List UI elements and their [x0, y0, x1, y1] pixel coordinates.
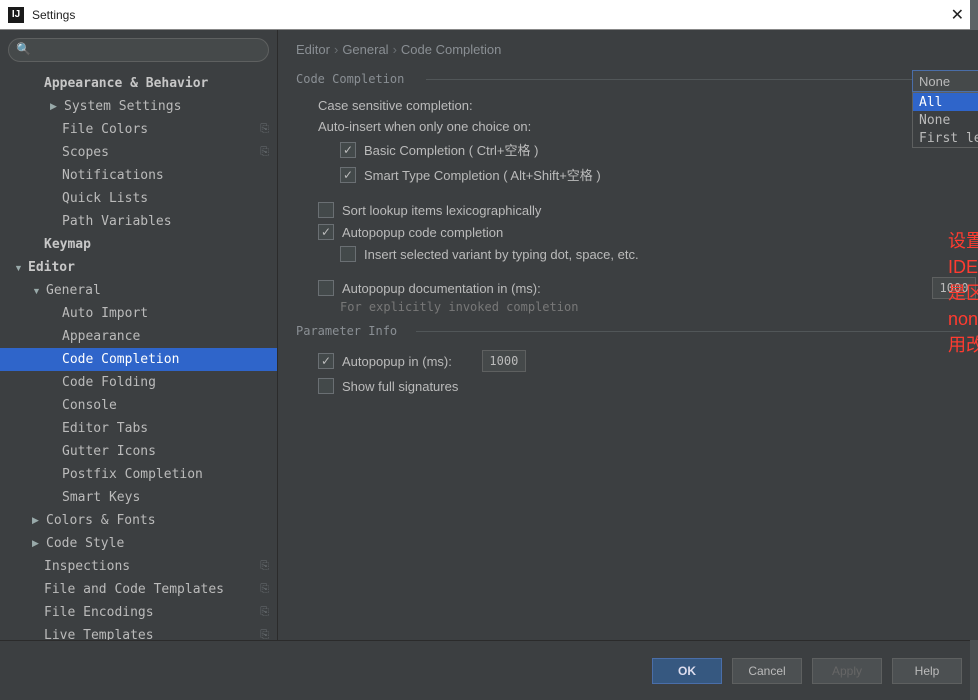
search-input[interactable] [8, 38, 269, 62]
tree-arrow-icon: ▶ [32, 515, 44, 526]
tree-item[interactable]: File and Code Templates ⎘ [0, 578, 277, 601]
tree-arrow-icon: ▼ [14, 263, 26, 273]
tree-item[interactable]: Smart Keys [0, 486, 277, 509]
tree-item-label: Appearance & Behavior [44, 76, 269, 91]
tree-item-label: Path Variables [62, 214, 269, 229]
tree-item[interactable]: ▶Colors & Fonts [0, 509, 277, 532]
tree-item[interactable]: ▶System Settings [0, 95, 277, 118]
tree-item[interactable]: Scopes ⎘ [0, 141, 277, 164]
tree-item-label: Editor Tabs [62, 421, 269, 436]
tree-item[interactable]: Code Completion [0, 348, 277, 371]
select-option[interactable]: First letter [913, 129, 978, 147]
cancel-button[interactable]: Cancel [732, 658, 802, 684]
tree-item-label: Auto Import [62, 306, 269, 321]
tree-item[interactable]: Editor Tabs [0, 417, 277, 440]
help-button[interactable]: Help [892, 658, 962, 684]
tree-item-label: Code Completion [62, 352, 269, 367]
checkbox-sort-lex[interactable] [318, 202, 334, 218]
dialog-footer: OK Cancel Apply Help [0, 640, 978, 700]
tree-item-label: Notifications [62, 168, 269, 183]
tree-item[interactable]: Gutter Icons [0, 440, 277, 463]
tree-item[interactable]: Code Folding [0, 371, 277, 394]
tree-item[interactable]: Inspections ⎘ [0, 555, 277, 578]
scope-icon: ⎘ [260, 629, 269, 640]
tree-item-label: Smart Keys [62, 490, 269, 505]
content-panel: Editor›General›Code Completion Code Comp… [278, 30, 978, 640]
tree-item-label: Colors & Fonts [46, 513, 269, 528]
settings-tree: Appearance & Behavior▶System SettingsFil… [0, 70, 277, 640]
tree-item-label: File Encodings [44, 605, 256, 620]
tree-item[interactable]: File Colors ⎘ [0, 118, 277, 141]
label-case-sensitive: Case sensitive completion: [318, 98, 473, 113]
tree-item-label: Code Folding [62, 375, 269, 390]
tree-item-label: Scopes [62, 145, 256, 160]
checkbox-autopopup-param[interactable] [318, 353, 334, 369]
tree-item[interactable]: Notifications [0, 164, 277, 187]
label-auto-insert: Auto-insert when only one choice on: [318, 119, 531, 134]
section-parameter-info: Parameter Info [296, 324, 960, 338]
tree-arrow-icon: ▼ [32, 286, 44, 296]
tree-item-label: Postfix Completion [62, 467, 269, 482]
tree-item[interactable]: Path Variables [0, 210, 277, 233]
checkbox-autopopup-code[interactable] [318, 224, 334, 240]
tree-item[interactable]: Appearance [0, 325, 277, 348]
ok-button[interactable]: OK [652, 658, 722, 684]
scope-icon: ⎘ [260, 583, 269, 596]
checkbox-show-sig[interactable] [318, 378, 334, 394]
scope-icon: ⎘ [260, 606, 269, 619]
titlebar: IJ Settings ✕ [0, 0, 978, 30]
scope-icon: ⎘ [260, 123, 269, 136]
tree-item-label: Code Style [46, 536, 269, 551]
tree-item[interactable]: Appearance & Behavior [0, 72, 277, 95]
annotation-text: 设置代码提示是否区分大小写，有的IDEA默认选择的是First letter，这… [948, 228, 978, 358]
tree-item[interactable]: Postfix Completion [0, 463, 277, 486]
tree-item-label: Inspections [44, 559, 256, 574]
tree-item-label: Quick Lists [62, 191, 269, 206]
checkbox-insert-variant[interactable] [340, 246, 356, 262]
sidebar: 🔍 Appearance & Behavior▶System SettingsF… [0, 30, 278, 640]
select-option[interactable]: None [913, 111, 978, 129]
tree-item[interactable]: Auto Import [0, 302, 277, 325]
tree-item[interactable]: ▶Code Style [0, 532, 277, 555]
tree-item-label: Keymap [44, 237, 269, 252]
tree-item-label: Gutter Icons [62, 444, 269, 459]
tree-item[interactable]: ▼Editor [0, 256, 277, 279]
tree-item-label: Appearance [62, 329, 269, 344]
tree-item[interactable]: File Encodings ⎘ [0, 601, 277, 624]
case-sensitive-select[interactable]: None▼ AllNoneFirst letter [912, 70, 978, 148]
tree-arrow-icon: ▶ [32, 538, 44, 549]
tree-item-label: Live Templates [44, 628, 256, 640]
tree-item[interactable]: Console [0, 394, 277, 417]
apply-button[interactable]: Apply [812, 658, 882, 684]
close-icon[interactable]: ✕ [945, 5, 970, 25]
select-option[interactable]: All [913, 93, 978, 111]
section-code-completion: Code Completion [296, 72, 960, 86]
tree-item-label: Editor [28, 260, 269, 275]
tree-item-label: Console [62, 398, 269, 413]
tree-item[interactable]: Keymap [0, 233, 277, 256]
window-title: Settings [32, 8, 945, 22]
breadcrumb: Editor›General›Code Completion [296, 42, 960, 58]
app-icon: IJ [8, 7, 24, 23]
tree-arrow-icon: ▶ [50, 101, 62, 112]
tree-item[interactable]: Live Templates ⎘ [0, 624, 277, 640]
tree-item-label: General [46, 283, 269, 298]
checkbox-basic-completion[interactable] [340, 142, 356, 158]
input-param-ms[interactable] [482, 350, 526, 372]
tree-item-label: System Settings [64, 99, 269, 114]
tree-item[interactable]: Quick Lists [0, 187, 277, 210]
hint-doc: For explicitly invoked completion [296, 300, 960, 314]
tree-item[interactable]: ▼General [0, 279, 277, 302]
tree-item-label: File Colors [62, 122, 256, 137]
checkbox-autopopup-doc[interactable] [318, 280, 334, 296]
search-icon: 🔍 [16, 42, 31, 56]
checkbox-smart-completion[interactable] [340, 167, 356, 183]
scope-icon: ⎘ [260, 146, 269, 159]
scope-icon: ⎘ [260, 560, 269, 573]
tree-item-label: File and Code Templates [44, 582, 256, 597]
